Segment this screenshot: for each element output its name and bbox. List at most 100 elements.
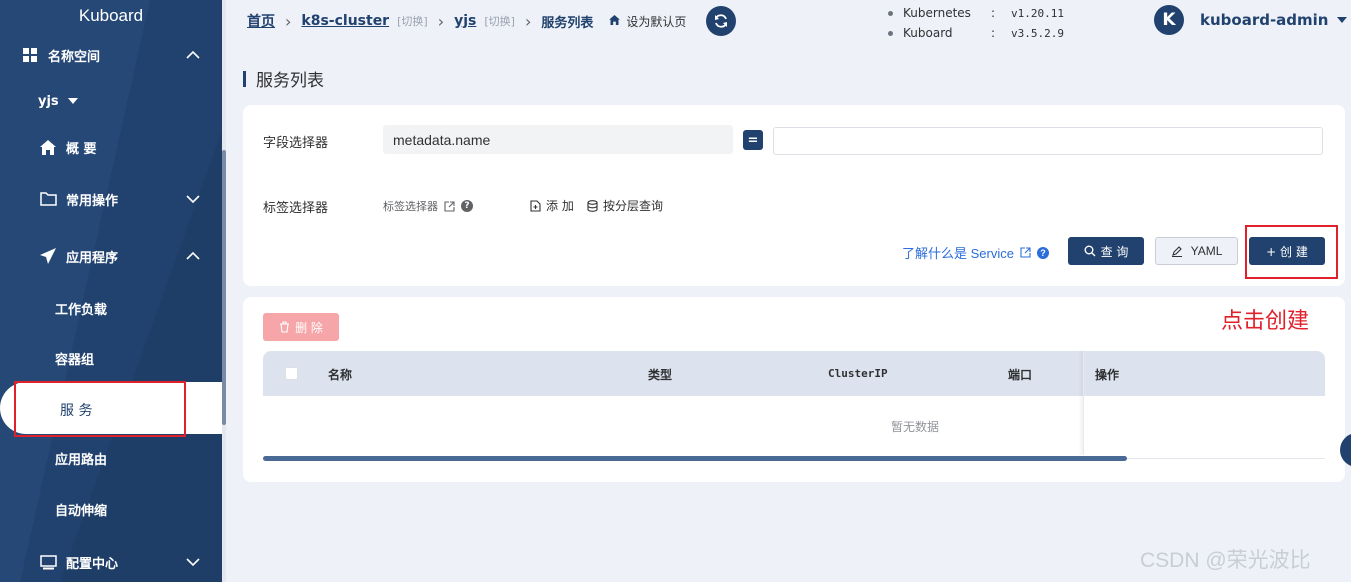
breadcrumb: 首页 › k8s-cluster [切换] › yjs [切换] › 服务列表 … <box>247 10 686 32</box>
annotation-click-create: 点击创建 <box>1221 309 1310 334</box>
sidebar-namespace-label: 名称空间 <box>48 49 101 65</box>
column-header-name[interactable]: 名称 <box>328 366 352 383</box>
table-horizontal-scrollbar[interactable] <box>263 456 1127 461</box>
sidebar-item-overview[interactable]: 概 要 <box>0 122 222 172</box>
layer-query-button[interactable]: 按分层查询 <box>587 197 663 214</box>
highlight-box-services <box>14 381 186 437</box>
select-all-checkbox[interactable] <box>285 367 298 380</box>
delete-button[interactable]: 删 除 <box>263 313 339 341</box>
folder-icon <box>38 189 58 209</box>
grid-icon <box>20 45 40 65</box>
edit-icon <box>1171 246 1182 257</box>
label-selector-label: 标签选择器 <box>263 201 329 216</box>
sidebar-subitem-ingress[interactable]: 应用路由 <box>55 449 107 468</box>
sidebar-item-applications[interactable]: 应用程序 <box>0 231 222 281</box>
send-icon <box>38 246 58 266</box>
yaml-button-label: YAML <box>1190 244 1223 258</box>
field-selector-value-input[interactable] <box>773 127 1323 155</box>
sidebar-item-common-ops[interactable]: 常用操作 <box>0 174 222 224</box>
switch-cluster-link[interactable]: [切换] <box>397 13 428 29</box>
bullet-dot <box>888 10 893 16</box>
breadcrumb-cluster[interactable]: k8s-cluster <box>301 13 389 29</box>
delete-button-label: 删 除 <box>295 320 323 335</box>
chevron-right-icon: › <box>285 11 292 31</box>
sidebar-subitem-workloads[interactable]: 工作负载 <box>55 299 107 318</box>
home-icon <box>609 14 621 28</box>
add-label-button[interactable]: 添 加 <box>530 197 574 214</box>
field-selector-label: 字段选择器 <box>263 136 329 151</box>
query-button-label: 查 询 <box>1100 244 1129 259</box>
search-icon <box>1084 245 1096 257</box>
column-header-type[interactable]: 类型 <box>648 366 672 383</box>
set-default-page-link[interactable]: 设为默认页 <box>626 13 686 30</box>
empty-table-text: 暂无数据 <box>891 420 940 434</box>
question-icon[interactable]: ? <box>1036 246 1049 259</box>
trash-icon <box>280 321 290 333</box>
user-menu[interactable]: K kuboard-admin <box>1154 5 1347 35</box>
page-title-text: 服务列表 <box>256 71 324 91</box>
title-accent-bar <box>243 70 246 87</box>
sidebar-namespace-section[interactable]: 名称空间 <box>0 30 222 80</box>
namespace-select-value: yjs <box>38 93 59 109</box>
learn-service-text: 了解什么是 Service <box>902 246 1014 261</box>
sidebar-scrollbar-thumb[interactable] <box>222 150 226 425</box>
version-info: Kubernetes : v1.20.11 Kuboard : v3.5.2.9 <box>888 3 1064 43</box>
question-icon[interactable]: ? <box>461 200 473 212</box>
version-name: Kubernetes <box>903 6 971 20</box>
file-add-icon <box>530 199 541 212</box>
chevron-down-icon[interactable] <box>184 190 202 208</box>
field-selector-key-input[interactable]: metadata.name <box>383 125 733 154</box>
external-link-icon <box>1020 247 1031 258</box>
chevron-up-icon[interactable] <box>184 247 202 265</box>
column-header-port[interactable]: 端口 <box>1008 366 1032 383</box>
label-selector-doc-link[interactable]: 标签选择器 ? <box>383 198 473 214</box>
sidebar: Kuboard 名称空间 yjs 概 要 常用操作 应用程序 工作负载 容器组 … <box>0 0 226 582</box>
chevron-right-icon: › <box>524 11 532 31</box>
page-title: 服务列表 <box>243 66 324 91</box>
version-colon: : <box>991 6 996 20</box>
sidebar-item-label: 配置中心 <box>66 556 119 572</box>
yaml-button[interactable]: YAML <box>1155 237 1238 265</box>
column-header-actions: 操作 <box>1095 368 1120 382</box>
label-selector-link-text: 标签选择器 <box>383 200 438 213</box>
breadcrumb-current: 服务列表 <box>541 15 594 31</box>
refresh-button[interactable] <box>706 6 736 36</box>
sidebar-subitem-pods[interactable]: 容器组 <box>55 349 94 368</box>
version-row: Kubernetes : v1.20.11 <box>888 3 1064 23</box>
sidebar-item-label: 概 要 <box>66 141 97 157</box>
breadcrumb-namespace[interactable]: yjs <box>454 13 476 29</box>
avatar: K <box>1154 5 1184 35</box>
sidebar-item-label: 常用操作 <box>66 193 119 209</box>
chevron-down-icon[interactable] <box>184 553 202 571</box>
column-header-clusterip[interactable]: ClusterIP <box>828 367 888 380</box>
fixed-column-divider <box>1083 351 1084 455</box>
sidebar-item-config-center[interactable]: 配置中心 <box>0 537 222 582</box>
version-name: Kuboard <box>903 26 953 40</box>
sidebar-subitem-autoscale[interactable]: 自动伸缩 <box>55 500 107 519</box>
switch-namespace-link[interactable]: [切换] <box>484 13 515 29</box>
filter-card: 字段选择器 metadata.name = 标签选择器 标签选择器 ? 添 加 … <box>243 105 1345 286</box>
add-label-text: 添 加 <box>546 199 574 213</box>
bullet-dot <box>888 30 893 36</box>
chevron-right-icon: › <box>437 11 445 31</box>
learn-service-link[interactable]: 了解什么是 Service ? <box>902 243 1049 262</box>
chevron-up-icon[interactable] <box>184 46 202 64</box>
layer-query-text: 按分层查询 <box>603 199 664 213</box>
version-row: Kuboard : v3.5.2.9 <box>888 23 1064 43</box>
brand-title: Kuboard <box>78 6 144 25</box>
caret-down-icon <box>67 98 78 104</box>
operator-button[interactable]: = <box>743 130 763 150</box>
home-icon <box>38 137 58 157</box>
highlight-box-create <box>1245 225 1338 279</box>
version-colon: : <box>991 26 996 40</box>
watermark: CSDN @荣光波比 <box>1140 549 1311 572</box>
database-icon <box>587 199 598 212</box>
refresh-icon <box>715 14 727 28</box>
external-link-icon <box>444 200 455 212</box>
namespace-select[interactable]: yjs <box>0 76 222 126</box>
monitor-icon <box>38 552 58 572</box>
breadcrumb-home[interactable]: 首页 <box>247 11 275 31</box>
query-button[interactable]: 查 询 <box>1068 237 1144 265</box>
user-name: kuboard-admin <box>1200 11 1329 29</box>
caret-down-icon <box>1336 17 1347 23</box>
